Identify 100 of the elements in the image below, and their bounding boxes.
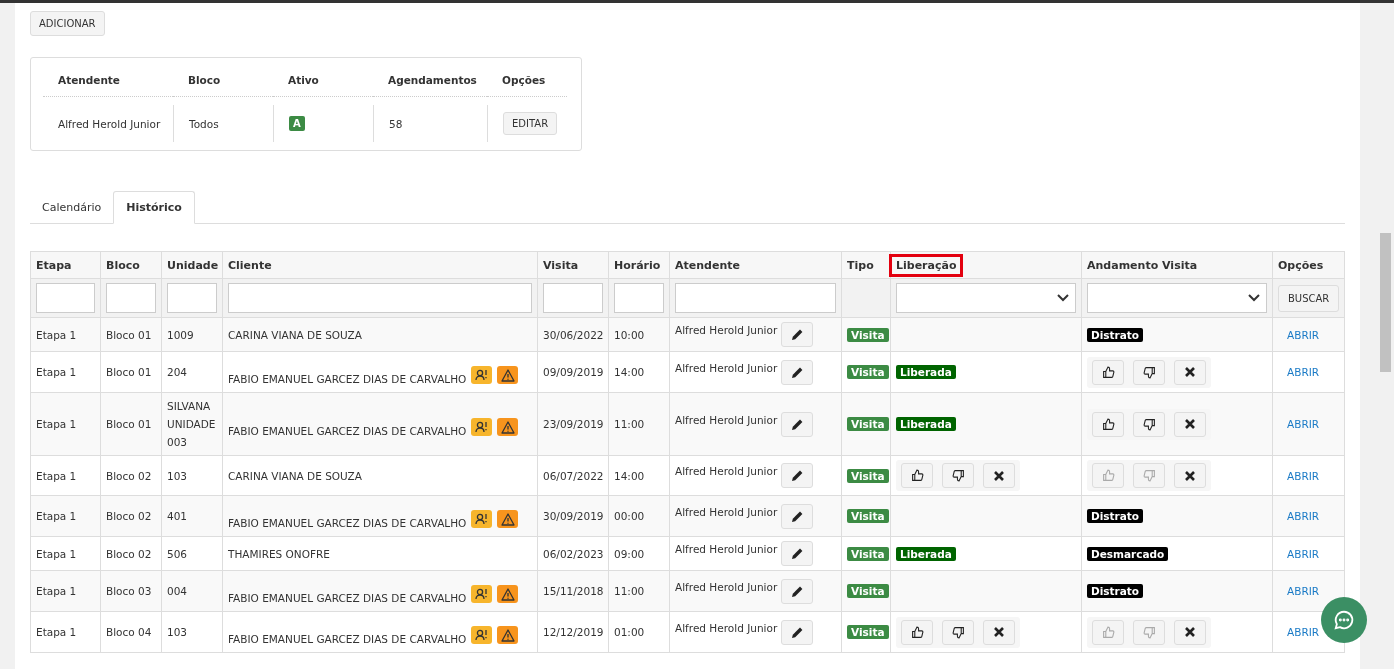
- edit-button[interactable]: [781, 411, 814, 437]
- table-cell-text: CARINA VIANA DE SOUZA: [228, 468, 362, 484]
- edit-button[interactable]: [781, 503, 814, 529]
- table-cell: Bloco 02: [106, 510, 152, 522]
- active-badge: A: [289, 116, 305, 131]
- pencil-icon: [790, 625, 804, 639]
- person-alert-button[interactable]: [471, 510, 493, 528]
- open-link[interactable]: ABRIR: [1287, 585, 1320, 597]
- filter-input[interactable]: [106, 283, 156, 313]
- table-cell: Bloco 02: [106, 469, 152, 482]
- cancel-button[interactable]: [1174, 411, 1206, 437]
- table-cell: 004: [167, 585, 188, 597]
- open-link[interactable]: ABRIR: [1287, 510, 1320, 522]
- warning-button[interactable]: [497, 585, 519, 603]
- person-alert-button[interactable]: [471, 418, 493, 436]
- warning-icon: [500, 628, 515, 642]
- filter-input[interactable]: [167, 283, 217, 313]
- edit-button[interactable]: [781, 541, 814, 566]
- table-cell: 00:00: [614, 510, 645, 522]
- type-badge: Visita: [847, 468, 889, 483]
- column-header: Visita: [542, 257, 580, 274]
- table-cell: 06/07/2022: [543, 469, 604, 482]
- dislike-button[interactable]: [942, 463, 974, 488]
- filter-input[interactable]: [675, 283, 836, 313]
- dislike-button[interactable]: [1133, 359, 1165, 385]
- edit-button[interactable]: [781, 359, 814, 385]
- table-cell: 11:00: [614, 585, 645, 597]
- type-badge: Visita: [847, 327, 889, 342]
- status-badge: Liberada: [896, 546, 956, 561]
- like-button[interactable]: [1092, 359, 1124, 385]
- open-link[interactable]: ABRIR: [1287, 626, 1320, 638]
- tab[interactable]: Histórico: [113, 191, 195, 224]
- cancel-button[interactable]: [1174, 463, 1206, 488]
- open-link[interactable]: ABRIR: [1287, 366, 1320, 378]
- table-cell: 23/09/2019: [543, 418, 604, 430]
- warning-button[interactable]: [497, 418, 519, 436]
- search-button[interactable]: BUSCAR: [1278, 284, 1340, 312]
- thumbs-up-icon: [1101, 625, 1115, 639]
- person-alert-button[interactable]: [471, 366, 493, 384]
- open-link[interactable]: ABRIR: [1287, 418, 1320, 430]
- dislike-button[interactable]: [942, 619, 974, 645]
- thumbs-up-icon: [1101, 365, 1115, 379]
- cancel-button[interactable]: [1174, 359, 1206, 385]
- edit-button[interactable]: [781, 322, 814, 347]
- table-cell: 401: [167, 510, 188, 522]
- edit-button[interactable]: [781, 619, 814, 645]
- person-alert-button[interactable]: [471, 626, 493, 644]
- table-cell: 11:00: [614, 418, 645, 430]
- edit-button[interactable]: [781, 463, 814, 488]
- tab[interactable]: Calendário: [30, 191, 114, 223]
- thumbs-down-icon: [951, 625, 965, 639]
- filter-input[interactable]: [228, 283, 532, 313]
- person-alert-icon: [475, 421, 489, 433]
- chevron-down-icon: [1248, 294, 1260, 302]
- table-cell-text: FABIO EMANUEL GARCEZ DIAS DE CARVALHO: [228, 591, 467, 606]
- table-cell: 14:00: [614, 366, 645, 378]
- status-badge: Liberada: [896, 417, 956, 431]
- column-header: Atendente: [674, 257, 741, 274]
- filter-input[interactable]: [614, 283, 664, 313]
- table-cell: 01:00: [614, 626, 645, 638]
- warning-button[interactable]: [497, 510, 519, 528]
- like-button[interactable]: [901, 463, 933, 488]
- chevron-down-icon: [1057, 294, 1069, 302]
- thumbs-down-icon: [1142, 365, 1156, 379]
- table-cell: Etapa 1: [36, 328, 77, 341]
- dislike-button[interactable]: [1133, 411, 1165, 437]
- type-badge: Visita: [847, 546, 889, 561]
- edit-button[interactable]: EDITAR: [503, 112, 558, 135]
- like-button[interactable]: [1092, 411, 1124, 437]
- warning-button[interactable]: [497, 366, 519, 384]
- add-button[interactable]: ADICIONAR: [30, 11, 105, 36]
- cancel-button[interactable]: [983, 463, 1015, 488]
- column-header: Opções: [1277, 257, 1325, 274]
- open-link[interactable]: ABRIR: [1287, 469, 1320, 482]
- table-cell: 14:00: [614, 469, 645, 482]
- close-icon: [1185, 470, 1195, 481]
- table-cell: 06/02/2023: [543, 547, 604, 560]
- open-link[interactable]: ABRIR: [1287, 328, 1320, 341]
- warning-button[interactable]: [497, 626, 519, 644]
- person-alert-button[interactable]: [471, 585, 493, 603]
- thumbs-down-icon: [1142, 469, 1156, 482]
- table-cell: Bloco 02: [106, 547, 152, 560]
- column-header: Etapa: [35, 257, 73, 274]
- column-header: Unidade: [166, 257, 220, 274]
- edit-button[interactable]: [781, 578, 814, 604]
- cancel-button[interactable]: [1174, 619, 1206, 645]
- thumbs-up-icon: [1101, 469, 1115, 482]
- cancel-button[interactable]: [983, 619, 1015, 645]
- thumbs-down-icon: [1142, 417, 1156, 431]
- like-button[interactable]: [901, 619, 933, 645]
- table-cell: Etapa 1: [36, 366, 77, 378]
- open-link[interactable]: ABRIR: [1287, 547, 1320, 560]
- filter-input[interactable]: [543, 283, 603, 313]
- table-cell: Bloco 01: [106, 328, 152, 341]
- close-icon: [1185, 419, 1195, 429]
- thumbs-down-icon: [951, 469, 965, 482]
- table-cell-text: Alfred Herold Junior: [58, 116, 161, 132]
- table-cell: Bloco 03: [106, 585, 152, 597]
- status-badge: Liberada: [896, 365, 956, 379]
- filter-input[interactable]: [36, 283, 95, 313]
